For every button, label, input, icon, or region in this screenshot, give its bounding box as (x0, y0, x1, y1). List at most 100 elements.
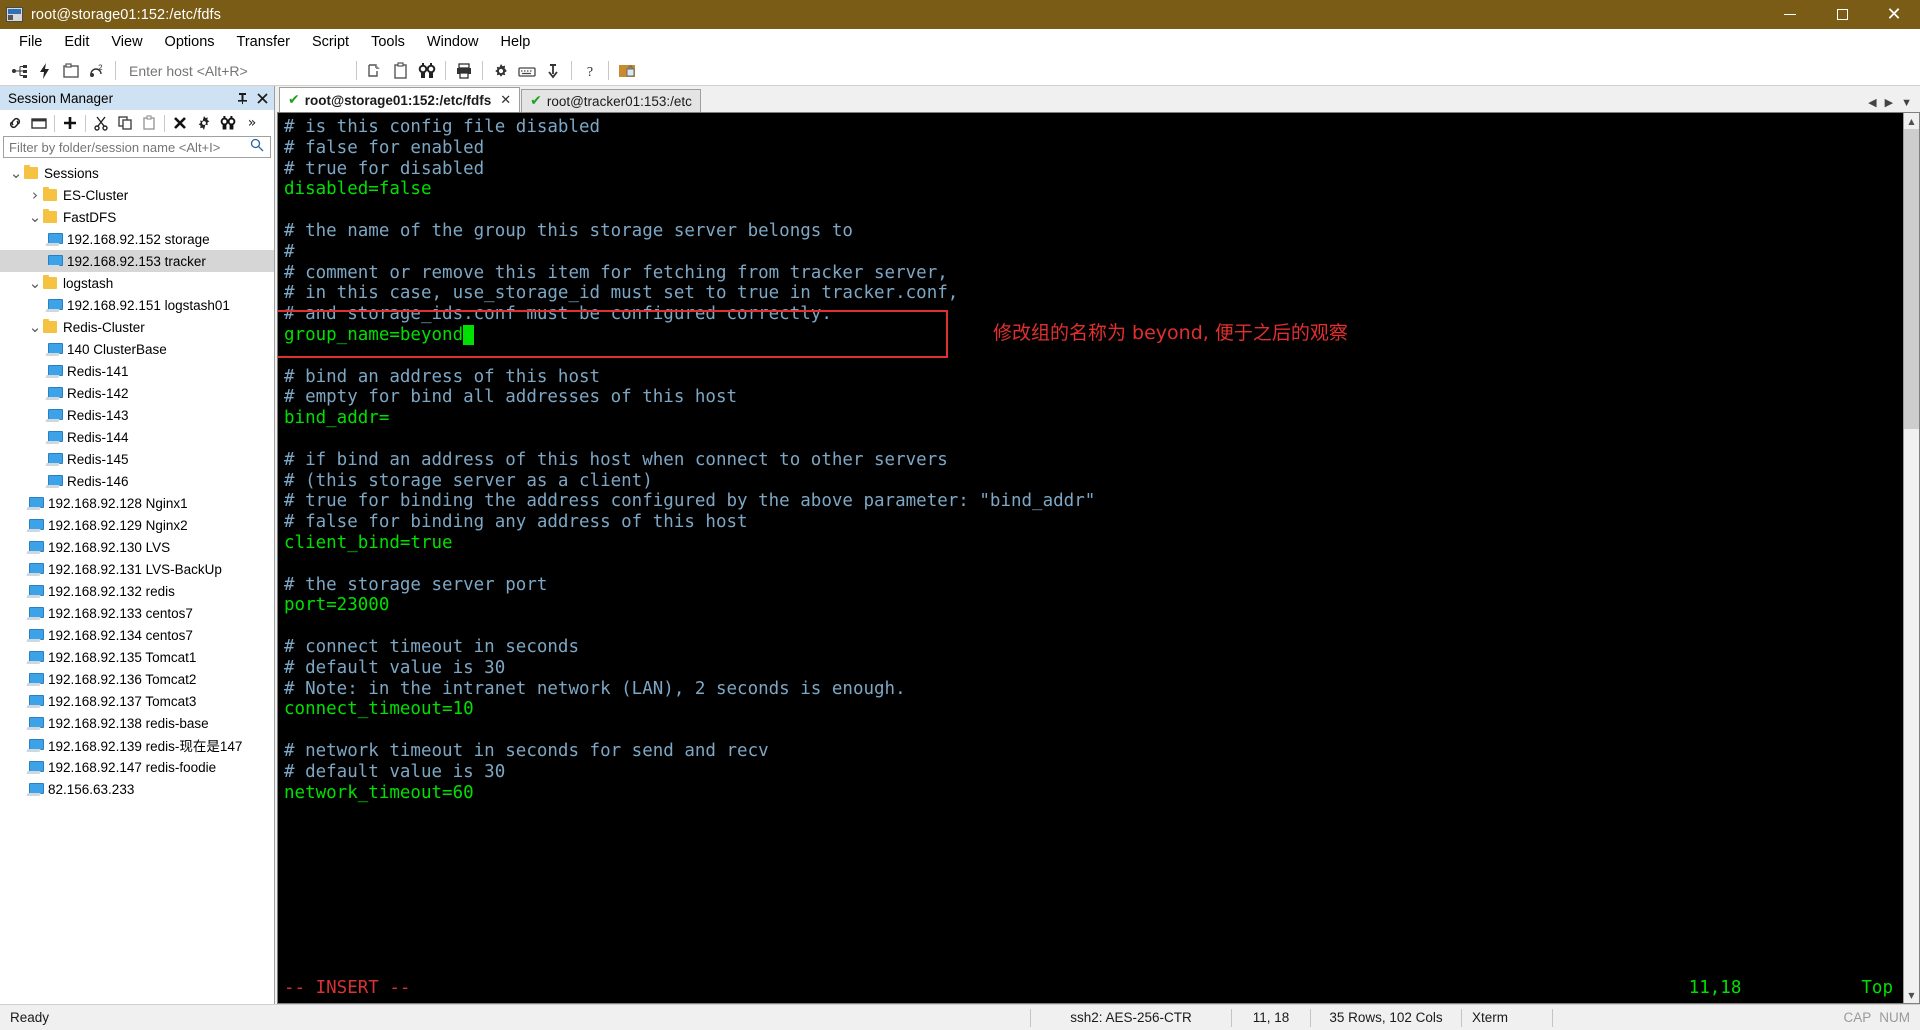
vim-scroll: Top (1861, 978, 1893, 999)
tree-session[interactable]: 192.168.92.147 redis-foodie (0, 756, 274, 778)
tree-session[interactable]: 192.168.92.130 LVS (0, 536, 274, 558)
vim-status-line: -- INSERT -- 11,18 Top (284, 978, 1893, 999)
tree-session[interactable]: 192.168.92.136 Tomcat2 (0, 668, 274, 690)
session-options-icon[interactable] (488, 58, 514, 84)
copy-icon[interactable] (113, 112, 137, 134)
chevron-down-icon[interactable]: ▼ (1901, 97, 1912, 109)
tree-folder[interactable]: ⌄logstash (0, 272, 274, 294)
paste-icon[interactable] (137, 112, 161, 134)
tree-session[interactable]: Redis-142 (0, 382, 274, 404)
chevron-down-icon[interactable]: ⌄ (8, 170, 24, 176)
transfer-icon[interactable] (540, 58, 566, 84)
tree-session[interactable]: 192.168.92.129 Nginx2 (0, 514, 274, 536)
menu-view[interactable]: View (100, 31, 153, 53)
connect-in-tab-icon[interactable] (58, 58, 84, 84)
tree-item-label: 192.168.92.136 Tomcat2 (48, 672, 196, 687)
minimize-button[interactable] (1764, 0, 1816, 29)
session-filter-input[interactable] (4, 140, 248, 155)
terminal-line: # empty for bind all addresses of this h… (284, 387, 1903, 408)
menu-file[interactable]: File (8, 31, 53, 53)
tree-session[interactable]: 192.168.92.138 redis-base (0, 712, 274, 734)
tree-folder[interactable]: ›ES-Cluster (0, 184, 274, 206)
find-icon[interactable] (414, 58, 440, 84)
tree-folder[interactable]: ⌄Sessions (0, 162, 274, 184)
clone-session-icon[interactable] (362, 58, 388, 84)
scroll-down-icon[interactable]: ▼ (1904, 987, 1919, 1003)
paste-icon[interactable] (388, 58, 414, 84)
chevron-right-icon[interactable]: › (27, 186, 43, 204)
terminal-scrollbar[interactable]: ▲ ▼ (1903, 113, 1919, 1003)
delete-icon[interactable] (168, 112, 192, 134)
tree-session[interactable]: 192.168.92.153 tracker (0, 250, 274, 272)
tree-session[interactable]: 140 ClusterBase (0, 338, 274, 360)
terminal-tab[interactable]: ✔root@tracker01:153:/etc (521, 89, 701, 112)
tree-session[interactable]: 192.168.92.137 Tomcat3 (0, 690, 274, 712)
tree-session[interactable]: 192.168.92.131 LVS-BackUp (0, 558, 274, 580)
maximize-button[interactable] (1816, 0, 1868, 29)
tree-session[interactable]: 192.168.92.139 redis-现在是147 (0, 734, 274, 756)
new-session-icon[interactable] (58, 112, 82, 134)
connect-icon[interactable] (6, 58, 32, 84)
tree-session[interactable]: 192.168.92.128 Nginx1 (0, 492, 274, 514)
new-window-icon[interactable] (27, 112, 51, 134)
tree-session[interactable]: Redis-146 (0, 470, 274, 492)
session-filter[interactable] (3, 136, 271, 158)
tab-label: root@storage01:152:/etc/fdfs (305, 93, 491, 108)
close-button[interactable]: ✕ (1868, 0, 1920, 29)
tree-session[interactable]: Redis-143 (0, 404, 274, 426)
tree-folder[interactable]: ⌄Redis-Cluster (0, 316, 274, 338)
status-dimensions: 35 Rows, 102 Cols (1311, 1005, 1461, 1030)
chevron-right-icon[interactable]: ▶ (1885, 96, 1893, 109)
chevron-down-icon[interactable]: ⌄ (27, 214, 43, 220)
tab-close-icon[interactable]: ✕ (500, 93, 511, 108)
toolbar-separator (571, 61, 572, 80)
properties-icon[interactable] (192, 112, 216, 134)
tree-session[interactable]: Redis-145 (0, 448, 274, 470)
chevron-down-icon[interactable]: ⌄ (27, 324, 43, 330)
find-icon[interactable] (216, 112, 240, 134)
terminal-line: # if bind an address of this host when c… (284, 450, 1903, 471)
tree-session[interactable]: 192.168.92.132 redis (0, 580, 274, 602)
menu-transfer[interactable]: Transfer (226, 31, 301, 53)
chevron-left-icon[interactable]: ◀ (1868, 96, 1876, 109)
pin-icon[interactable] (234, 90, 250, 106)
tree-session[interactable]: 192.168.92.133 centos7 (0, 602, 274, 624)
computer-icon (27, 717, 43, 730)
chevron-down-icon[interactable]: ⌄ (27, 280, 43, 286)
menu-edit[interactable]: Edit (53, 31, 100, 53)
tree-folder[interactable]: ⌄FastDFS (0, 206, 274, 228)
overflow-icon[interactable]: » (240, 112, 264, 134)
tree-session[interactable]: 192.168.92.151 logstash01 (0, 294, 274, 316)
tree-session[interactable]: Redis-144 (0, 426, 274, 448)
menu-options[interactable]: Options (154, 31, 226, 53)
menu-window[interactable]: Window (416, 31, 490, 53)
tree-session[interactable]: 192.168.92.152 storage (0, 228, 274, 250)
scrollbar-track[interactable] (1904, 429, 1919, 987)
terminal-tab[interactable]: ✔ root@storage01:152:/etc/fdfs ✕ (279, 87, 520, 112)
tree-session[interactable]: Redis-141 (0, 360, 274, 382)
scrollbar-thumb[interactable] (1904, 129, 1919, 429)
connect-sftp-icon[interactable]: 2 (84, 58, 110, 84)
scroll-up-icon[interactable]: ▲ (1904, 113, 1919, 129)
cut-icon[interactable] (89, 112, 113, 134)
keymap-editor-icon[interactable] (514, 58, 540, 84)
menu-tools[interactable]: Tools (360, 31, 416, 53)
connect-link-icon[interactable] (3, 112, 27, 134)
tree-session[interactable]: 192.168.92.134 centos7 (0, 624, 274, 646)
tree-session[interactable]: 192.168.92.135 Tomcat1 (0, 646, 274, 668)
close-icon[interactable] (254, 90, 270, 106)
print-icon[interactable] (451, 58, 477, 84)
check-icon: ✔ (288, 92, 300, 108)
session-tree[interactable]: ⌄Sessions›ES-Cluster⌄FastDFS192.168.92.1… (0, 161, 274, 1004)
search-icon[interactable] (248, 138, 270, 157)
menu-help[interactable]: Help (490, 31, 542, 53)
quick-connect-icon[interactable] (32, 58, 58, 84)
terminal-line: # is this config file disabled (284, 117, 1903, 138)
folder-icon (43, 211, 57, 223)
menu-script[interactable]: Script (301, 31, 360, 53)
host-input[interactable] (121, 63, 351, 79)
help-icon[interactable]: ? (577, 58, 603, 84)
tree-session[interactable]: 82.156.63.233 (0, 778, 274, 800)
terminal-screen[interactable]: # is this config file disabled# false fo… (278, 113, 1903, 1003)
lock-color-icon[interactable] (614, 58, 640, 84)
